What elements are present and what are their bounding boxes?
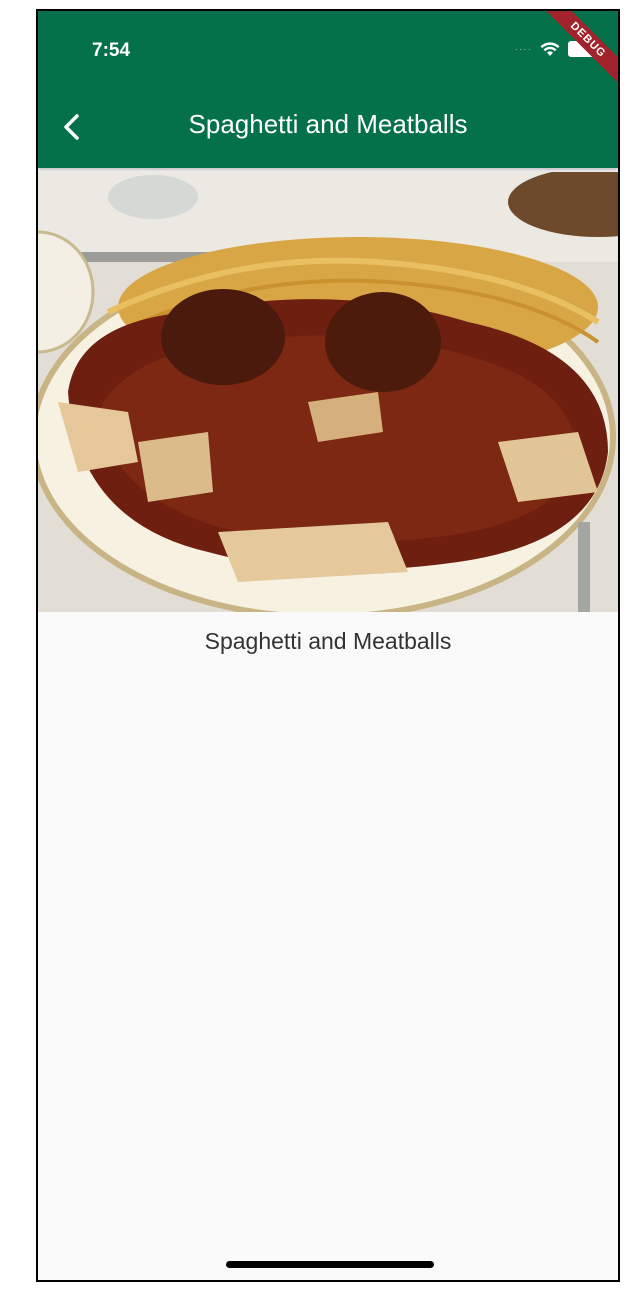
app-bar: 7:54 ···· DEBUG Spaghetti and Meatballs [38,11,618,168]
cellular-signal-icon: ···· [514,43,532,55]
status-time: 7:54 [92,40,131,61]
page-title: Spaghetti and Meatballs [188,109,468,139]
phone-screen: 7:54 ···· DEBUG Spaghetti and Meatballs [36,9,620,1282]
wifi-icon [540,41,560,57]
home-indicator[interactable] [226,1261,434,1268]
dish-caption: Spaghetti and Meatballs [204,628,452,654]
dish-image [38,172,618,612]
